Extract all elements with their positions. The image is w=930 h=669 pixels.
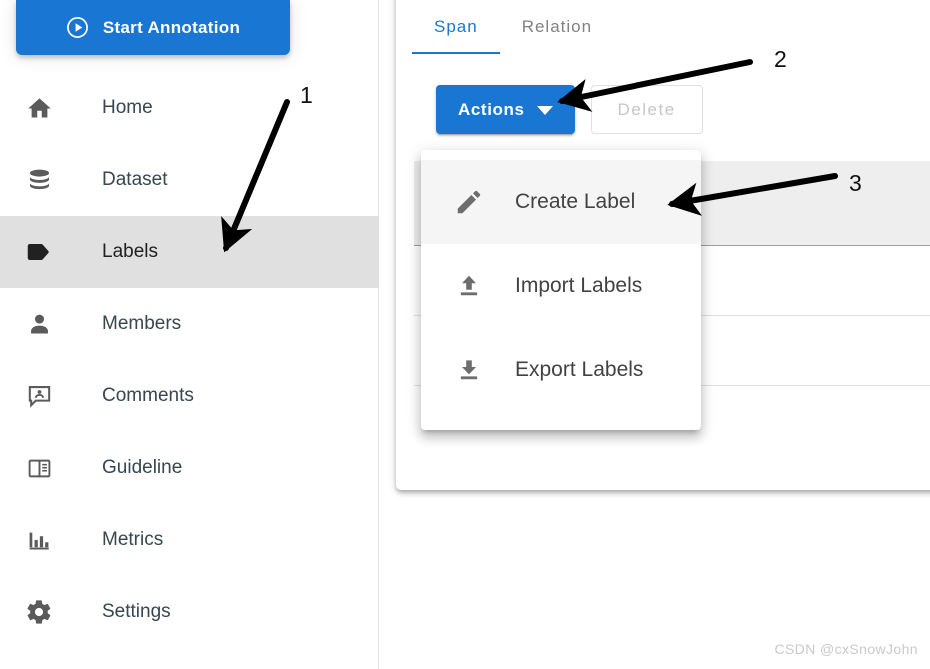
actions-button[interactable]: Actions <box>436 85 575 134</box>
menu-item-label: Import Labels <box>515 274 643 297</box>
annotation-number-3: 3 <box>849 170 862 196</box>
application-window: Start Annotation Home Dataset Labels Mem… <box>0 0 930 669</box>
home-icon <box>18 95 60 122</box>
sidebar-item-label: Settings <box>102 601 171 622</box>
gear-icon <box>18 598 60 626</box>
tag-icon <box>18 237 60 267</box>
sidebar-item-label: Comments <box>102 385 194 406</box>
sidebar-item-members[interactable]: Members <box>0 288 379 360</box>
sidebar-item-label: Members <box>102 313 182 334</box>
menu-item-export-labels[interactable]: Export Labels <box>421 328 701 412</box>
sidebar-item-label: Guideline <box>102 457 183 478</box>
annotation-number-1: 1 <box>300 82 313 108</box>
start-annotation-button[interactable]: Start Annotation <box>16 0 290 55</box>
sidebar: Start Annotation Home Dataset Labels Mem… <box>0 0 379 669</box>
tab-relation[interactable]: Relation <box>500 0 614 54</box>
sidebar-item-label: Dataset <box>102 169 168 190</box>
labels-toolbar: Actions Delete <box>436 85 703 134</box>
sidebar-item-comments[interactable]: Comments <box>0 360 379 432</box>
actions-dropdown-menu: Create Label Import Labels Export Labels <box>421 150 701 430</box>
tab-label: Span <box>434 17 478 36</box>
sidebar-item-labels[interactable]: Labels <box>0 216 379 288</box>
upload-arrow-icon <box>449 272 489 300</box>
tab-span[interactable]: Span <box>412 0 500 54</box>
person-icon <box>18 311 60 338</box>
database-icon <box>18 167 60 194</box>
play-circle-icon <box>66 16 89 39</box>
pencil-icon <box>449 187 489 217</box>
delete-button[interactable]: Delete <box>590 85 703 134</box>
menu-item-label: Export Labels <box>515 358 644 381</box>
start-annotation-label: Start Annotation <box>102 17 241 37</box>
sidebar-item-dataset[interactable]: Dataset <box>0 144 379 216</box>
sidebar-item-metrics[interactable]: Metrics <box>0 504 379 576</box>
menu-item-create-label[interactable]: Create Label <box>421 160 701 244</box>
annotation-number-2: 2 <box>774 46 787 72</box>
sidebar-item-settings[interactable]: Settings <box>0 576 379 648</box>
sidebar-item-home[interactable]: Home <box>0 72 379 144</box>
main-content: Span Relation Actions Delete Create Labe… <box>380 0 930 669</box>
sidebar-item-label: Home <box>102 97 153 118</box>
tab-label: Relation <box>521 17 593 36</box>
book-icon <box>18 455 60 482</box>
actions-button-label: Actions <box>458 99 525 119</box>
sidebar-item-label: Metrics <box>102 529 164 550</box>
sidebar-item-label: Labels <box>102 241 158 262</box>
tab-bar: Span Relation <box>412 0 614 54</box>
sidebar-nav: Home Dataset Labels Members Comments Gui… <box>0 72 379 648</box>
menu-item-label: Create Label <box>515 190 636 213</box>
download-arrow-icon <box>449 356 489 384</box>
watermark: CSDN @cxSnowJohn <box>774 641 918 657</box>
sidebar-item-guideline[interactable]: Guideline <box>0 432 379 504</box>
bar-chart-icon <box>18 527 60 554</box>
chevron-down-icon <box>536 106 553 115</box>
menu-item-import-labels[interactable]: Import Labels <box>421 244 701 328</box>
comment-icon <box>18 383 60 410</box>
